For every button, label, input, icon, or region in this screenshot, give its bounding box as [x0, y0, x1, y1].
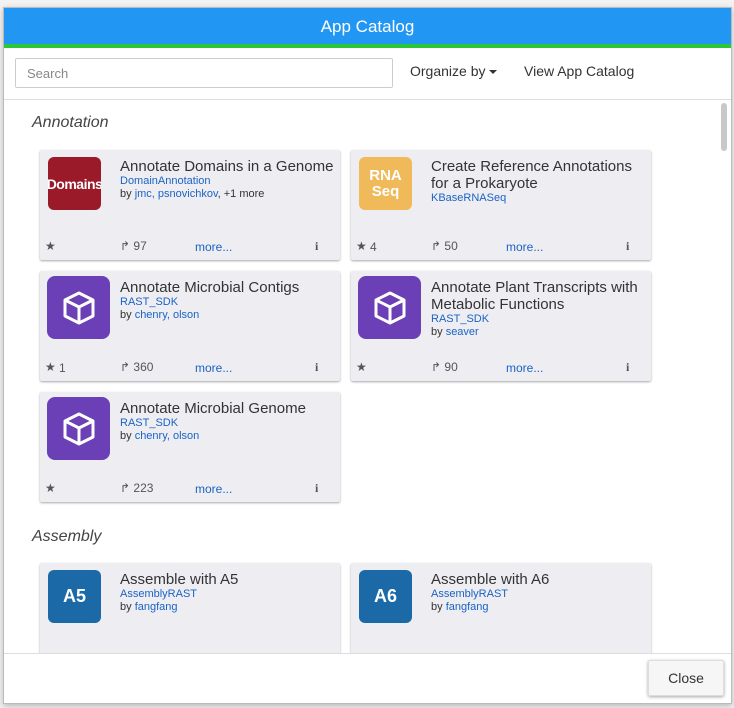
share-arrow-icon: ↱: [120, 481, 131, 495]
app-title[interactable]: Create Reference Annotations for a Proka…: [431, 158, 646, 192]
card-footer: ★ 4 ↱ 50 more... i: [351, 234, 651, 260]
star-icon[interactable]: ★: [356, 360, 367, 374]
footer-divider: [4, 653, 731, 654]
more-link[interactable]: more...: [195, 361, 232, 375]
app-card[interactable]: Annotate Microbial Contigs RAST_SDK by c…: [40, 271, 340, 381]
view-app-catalog-link[interactable]: View App Catalog: [524, 63, 634, 79]
organize-by-dropdown[interactable]: Organize by: [410, 63, 498, 79]
cube-app-icon: [47, 276, 110, 339]
share-arrow-icon: ↱: [431, 239, 442, 253]
star-icon[interactable]: ★: [356, 239, 367, 253]
app-card[interactable]: Domains Annotate Domains in a Genome Dom…: [40, 150, 340, 260]
close-button[interactable]: Close: [648, 660, 724, 696]
module-link[interactable]: RAST_SDK: [120, 296, 335, 309]
search-input[interactable]: [15, 58, 393, 88]
info-icon[interactable]: i: [315, 239, 318, 254]
module-link[interactable]: AssemblyRAST: [120, 588, 335, 601]
assembly-app-icon: A5: [48, 570, 101, 623]
card-footer: ★ 1 ↱ 360 more... i: [40, 355, 340, 381]
info-icon[interactable]: i: [626, 239, 629, 254]
authors: by fangfang: [120, 601, 178, 613]
run-count: ↱ 97: [120, 239, 147, 253]
author-links[interactable]: fangfang: [446, 601, 489, 613]
app-card[interactable]: A6 Assemble with A6 AssemblyRAST by fang…: [351, 563, 651, 653]
author-links[interactable]: chenry, olson: [135, 430, 200, 442]
app-card[interactable]: A5 Assemble with A5 AssemblyRAST by fang…: [40, 563, 340, 653]
app-card[interactable]: Annotate Microbial Genome RAST_SDK by ch…: [40, 392, 340, 502]
author-links[interactable]: chenry, olson: [135, 309, 200, 321]
cube-app-icon: [47, 397, 110, 460]
app-title[interactable]: Annotate Microbial Contigs: [120, 279, 335, 296]
module-link[interactable]: RAST_SDK: [120, 417, 335, 430]
author-links[interactable]: seaver: [446, 326, 479, 338]
authors: by seaver: [431, 326, 479, 338]
card-footer: ★ ↱ 90 more... i: [351, 355, 651, 381]
run-count: ↱ 360: [120, 360, 154, 374]
info-icon[interactable]: i: [315, 360, 318, 375]
module-link[interactable]: RAST_SDK: [431, 313, 646, 326]
app-title[interactable]: Annotate Plant Transcripts with Metaboli…: [431, 279, 646, 313]
star-icon[interactable]: ★: [45, 239, 56, 253]
cube-app-icon: [358, 276, 421, 339]
authors: by chenry, olson: [120, 309, 200, 321]
caret-down-icon: [489, 70, 498, 75]
module-link[interactable]: KBaseRNASeq: [431, 192, 646, 205]
app-title[interactable]: Assemble with A5: [120, 571, 335, 588]
info-icon[interactable]: i: [626, 360, 629, 375]
run-count: ↱ 223: [120, 481, 154, 495]
vertical-scrollbar[interactable]: [719, 100, 729, 653]
star-count: 4: [370, 240, 377, 254]
app-title[interactable]: Annotate Domains in a Genome: [120, 158, 335, 175]
section-title-annotation: Annotation: [32, 114, 109, 131]
dialog-title: App Catalog: [320, 17, 415, 36]
organize-by-label: Organize by: [410, 63, 486, 79]
scrollbar-thumb[interactable]: [721, 103, 727, 151]
section-title-assembly: Assembly: [32, 528, 102, 545]
authors: by jmc, psnovichkov, +1 more: [120, 188, 265, 200]
star-count: 1: [59, 361, 66, 375]
app-card[interactable]: Annotate Plant Transcripts with Metaboli…: [351, 271, 651, 381]
dialog-header: App Catalog: [4, 8, 731, 48]
rna-seq-app-icon: RNA Seq: [359, 157, 412, 210]
run-count: ↱ 50: [431, 239, 458, 253]
more-link[interactable]: more...: [506, 240, 543, 254]
author-links[interactable]: jmc, psnovichkov: [135, 188, 218, 200]
share-arrow-icon: ↱: [120, 360, 131, 374]
run-count: ↱ 90: [431, 360, 458, 374]
module-link[interactable]: DomainAnnotation: [120, 175, 335, 188]
more-link[interactable]: more...: [195, 240, 232, 254]
app-title[interactable]: Annotate Microbial Genome: [120, 400, 335, 417]
app-title[interactable]: Assemble with A6: [431, 571, 646, 588]
card-footer: ★ ↱ 97 more... i: [40, 234, 340, 260]
info-icon[interactable]: i: [315, 481, 318, 496]
more-link[interactable]: more...: [195, 482, 232, 496]
assembly-app-icon: A6: [359, 570, 412, 623]
catalog-list[interactable]: Annotation Domains Annotate Domains in a…: [4, 100, 719, 653]
module-link[interactable]: AssemblyRAST: [431, 588, 646, 601]
share-arrow-icon: ↱: [120, 239, 131, 253]
share-arrow-icon: ↱: [431, 360, 442, 374]
domains-app-icon: Domains: [48, 157, 101, 210]
more-link[interactable]: more...: [506, 361, 543, 375]
authors: by chenry, olson: [120, 430, 200, 442]
star-icon[interactable]: ★: [45, 360, 56, 374]
app-catalog-dialog: App Catalog Organize by View App Catalog…: [3, 7, 732, 704]
authors: by fangfang: [431, 601, 489, 613]
star-icon[interactable]: ★: [45, 481, 56, 495]
author-links[interactable]: fangfang: [135, 601, 178, 613]
card-footer: ★ ↱ 223 more... i: [40, 476, 340, 502]
app-card[interactable]: RNA Seq Create Reference Annotations for …: [351, 150, 651, 260]
